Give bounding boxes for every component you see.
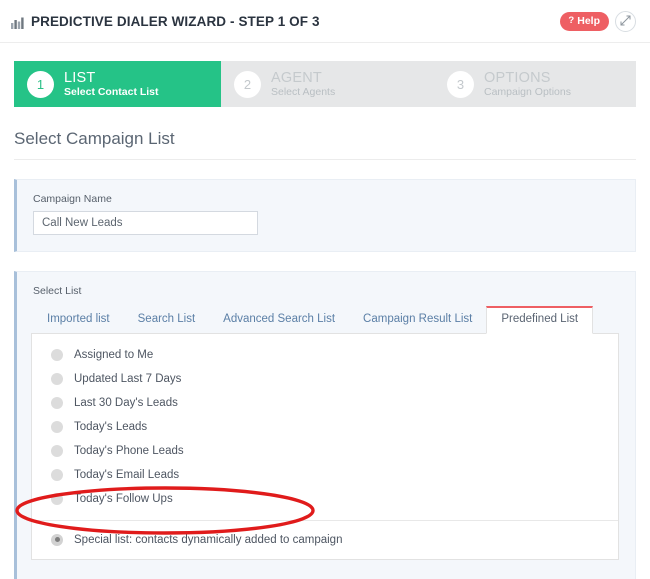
question-mark-icon: ?	[568, 15, 575, 27]
select-list-label: Select List	[33, 285, 82, 297]
radio-icon[interactable]	[51, 420, 63, 433]
campaign-name-panel: Campaign Name	[14, 179, 636, 252]
list-item[interactable]: Today's Follow Ups	[32, 487, 618, 511]
special-list-option[interactable]: Special list: contacts dynamically added…	[32, 521, 618, 559]
list-item-label: Assigned to Me	[74, 348, 154, 361]
list-item[interactable]: Last 30 Day's Leads	[32, 391, 618, 415]
list-item-label: Last 30 Day's Leads	[74, 396, 178, 409]
step-text-group: LIST Select Contact List	[64, 70, 159, 99]
list-source-tabs: Imported list Search List Advanced Searc…	[33, 306, 619, 334]
campaign-name-input[interactable]	[33, 211, 258, 235]
header-actions: ? Help	[560, 10, 636, 32]
step-title: OPTIONS	[484, 69, 551, 86]
wizard-step-indicator: 1 LIST Select Contact List 2 AGENT Selec…	[14, 61, 636, 107]
wizard-step-agent[interactable]: 2 AGENT Select Agents	[221, 61, 434, 107]
radio-icon[interactable]	[51, 468, 63, 481]
expand-arrows-icon	[620, 14, 631, 29]
radio-icon[interactable]	[51, 372, 63, 385]
radio-icon[interactable]	[51, 492, 63, 505]
list-item-label: Updated Last 7 Days	[74, 372, 182, 385]
wizard-step-options[interactable]: 3 OPTIONS Campaign Options	[434, 61, 636, 107]
help-button-label: Help	[577, 14, 600, 27]
radio-icon[interactable]	[51, 396, 63, 409]
step-text-group: OPTIONS Campaign Options	[484, 70, 571, 99]
expand-button[interactable]	[615, 10, 636, 32]
step-subtitle: Campaign Options	[484, 85, 571, 98]
predefined-list-options: Assigned to Me Updated Last 7 Days Last …	[31, 332, 619, 560]
radio-icon[interactable]	[51, 348, 63, 361]
header-left-group: PREDICTIVE DIALER WIZARD - STEP 1 OF 3	[11, 14, 320, 29]
step-title: LIST	[64, 69, 96, 86]
list-item[interactable]: Today's Email Leads	[32, 463, 618, 487]
predictive-dialer-wizard: PREDICTIVE DIALER WIZARD - STEP 1 OF 3 ?…	[0, 0, 650, 579]
step-number: 3	[447, 70, 474, 98]
radio-icon[interactable]	[51, 444, 63, 457]
list-item[interactable]: Updated Last 7 Days	[32, 367, 618, 391]
page-header: PREDICTIVE DIALER WIZARD - STEP 1 OF 3 ?…	[0, 0, 650, 43]
step-text-group: AGENT Select Agents	[271, 70, 335, 99]
list-item[interactable]: Assigned to Me	[32, 343, 618, 367]
help-button[interactable]: ? Help	[560, 11, 609, 31]
step-number: 2	[234, 70, 261, 98]
step-subtitle: Select Agents	[271, 85, 336, 98]
step-number: 1	[27, 70, 54, 98]
wizard-step-list[interactable]: 1 LIST Select Contact List	[14, 61, 221, 107]
special-list-option-label: Special list: contacts dynamically added…	[74, 533, 343, 546]
list-item[interactable]: Today's Leads	[32, 415, 618, 439]
step-title: AGENT	[271, 69, 322, 86]
tab-campaign-result-list[interactable]: Campaign Result List	[349, 306, 486, 333]
tab-search-list[interactable]: Search List	[124, 306, 210, 333]
list-item-label: Today's Email Leads	[74, 468, 180, 481]
tab-predefined-list[interactable]: Predefined List	[486, 306, 594, 334]
list-item[interactable]: Today's Phone Leads	[32, 439, 618, 463]
list-item-label: Today's Leads	[74, 420, 148, 433]
list-item-label: Today's Phone Leads	[74, 444, 184, 457]
tab-advanced-search-list[interactable]: Advanced Search List	[209, 306, 349, 333]
select-list-panel: Select List Imported list Search List Ad…	[14, 271, 636, 579]
section-title: Select Campaign List	[14, 129, 636, 160]
list-item-label: Today's Follow Ups	[74, 492, 173, 505]
campaign-name-label: Campaign Name	[33, 193, 112, 205]
radio-icon-selected[interactable]	[51, 533, 63, 546]
step-subtitle: Select Contact List	[64, 85, 159, 98]
tab-imported-list[interactable]: Imported list	[33, 306, 124, 333]
page-title: PREDICTIVE DIALER WIZARD - STEP 1 OF 3	[31, 13, 320, 29]
chart-bar-icon	[11, 16, 24, 29]
